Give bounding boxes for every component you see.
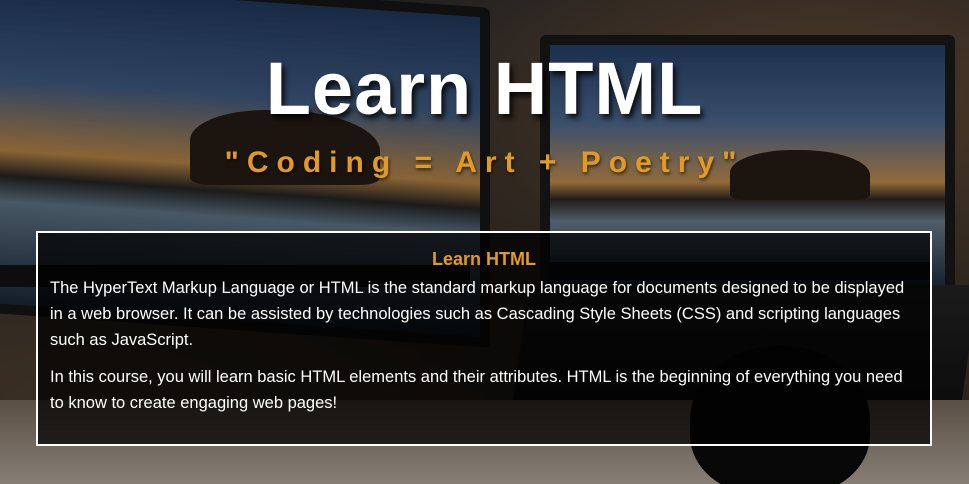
course-paragraph: In this course, you will learn basic HTM… — [50, 368, 903, 412]
intro-paragraph: The HyperText Markup Language or HTML is… — [50, 279, 905, 349]
page-title: Learn HTML — [265, 47, 704, 130]
page-subtitle: "Coding = Art + Poetry" — [224, 146, 745, 179]
card-heading: Learn HTML — [431, 249, 536, 269]
intro-card: Learn HTML The HyperText Markup Language… — [36, 231, 932, 446]
